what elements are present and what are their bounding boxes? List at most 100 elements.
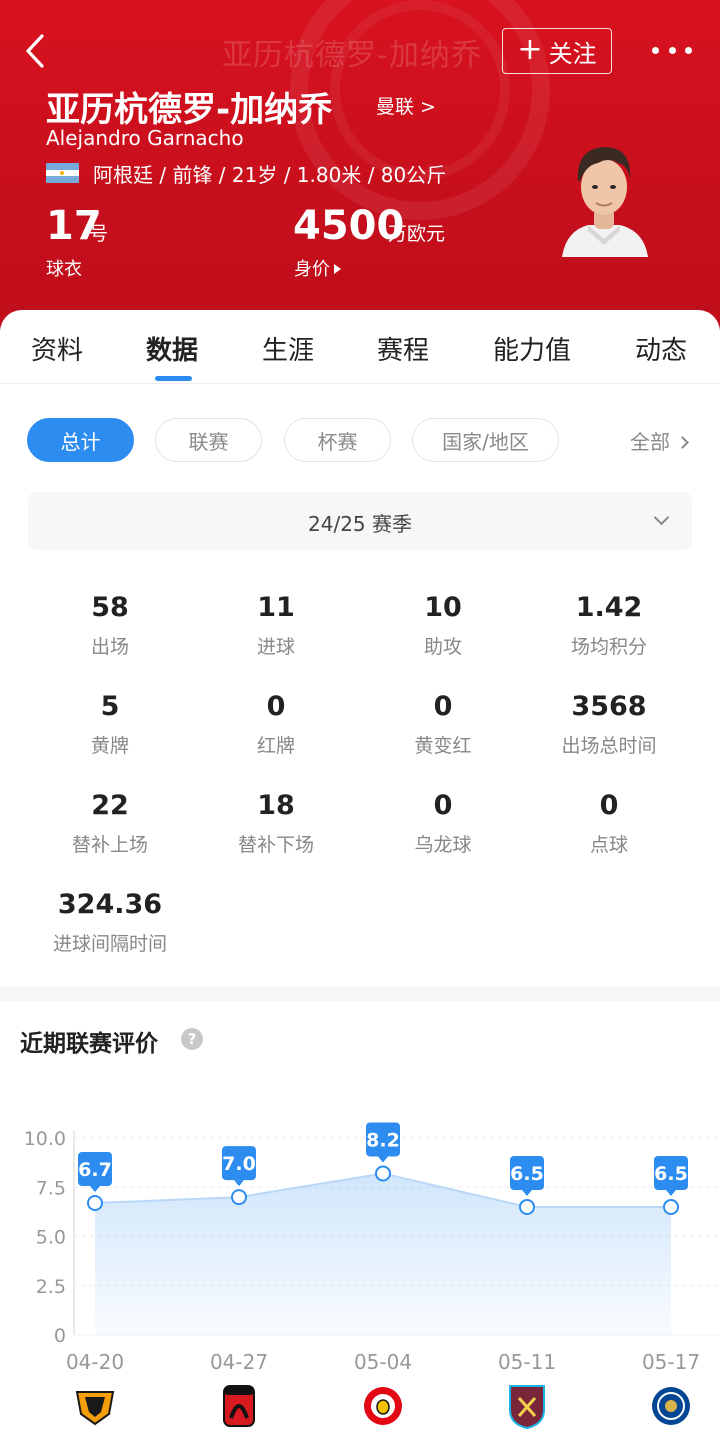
stat-value: 22 bbox=[91, 790, 129, 821]
stat-label: 出场 bbox=[90, 636, 129, 658]
rating-badge-pointer bbox=[234, 1180, 244, 1187]
argentina-flag-icon bbox=[46, 163, 79, 183]
tab-news[interactable]: 动态 bbox=[635, 330, 687, 367]
stat-assists: 10 助攻 bbox=[358, 590, 528, 659]
more-dot-icon bbox=[685, 46, 692, 54]
rating-section-title: 近期联赛评价 bbox=[20, 1031, 158, 1057]
rating-data-label: 7.0 bbox=[222, 1153, 256, 1175]
shirt-number-unit: 号 bbox=[89, 223, 109, 245]
y-tick-label: 5.0 bbox=[36, 1227, 66, 1249]
stat-label: 出场总时间 bbox=[561, 735, 657, 757]
y-tick-label: 7.5 bbox=[36, 1177, 66, 1199]
x-tick-label: 04-27 bbox=[210, 1350, 268, 1374]
tab-bar: 资料 数据 生涯 赛程 能力值 动态 bbox=[0, 310, 720, 384]
stat-value: 0 bbox=[599, 790, 619, 821]
rating-data-label: 8.2 bbox=[366, 1129, 400, 1151]
stat-goal-interval: 324.36 进球间隔时间 bbox=[25, 887, 195, 956]
team-link[interactable]: 曼联 > bbox=[376, 92, 436, 119]
filter-league[interactable]: 联赛 bbox=[155, 418, 262, 462]
back-button[interactable] bbox=[18, 30, 58, 70]
rating-badge-pointer bbox=[522, 1189, 532, 1196]
player-photo bbox=[558, 135, 650, 257]
player-name-cn: 亚历杭德罗-加纳乔 bbox=[46, 90, 333, 130]
y-tick-label: 0 bbox=[54, 1325, 66, 1347]
stat-label: 黄变红 bbox=[414, 735, 472, 757]
chelsea-crest-lion bbox=[665, 1400, 677, 1412]
active-tab-indicator bbox=[155, 376, 192, 381]
rating-point bbox=[87, 1195, 103, 1212]
market-value-link[interactable]: 身价 bbox=[294, 255, 341, 281]
follow-button[interactable]: + 关注 bbox=[502, 28, 612, 74]
x-tick-label: 04-20 bbox=[66, 1350, 124, 1374]
stat-label: 场均积分 bbox=[570, 636, 647, 658]
rating-badge: 8.2 bbox=[366, 1122, 400, 1163]
stat-label: 进球间隔时间 bbox=[52, 933, 167, 955]
x-tick-label: 05-11 bbox=[498, 1350, 556, 1374]
x-tick-label: 05-04 bbox=[354, 1350, 412, 1374]
section-divider bbox=[0, 987, 720, 1001]
stat-value: 10 bbox=[424, 592, 462, 623]
tab-career[interactable]: 生涯 bbox=[262, 330, 314, 367]
competition-filter: 总计 联赛 杯赛 国家/地区 全部 bbox=[0, 418, 720, 464]
more-dot-icon bbox=[668, 46, 676, 54]
westham-crest-icon bbox=[509, 1385, 545, 1430]
player-profile-page: 亚历杭德罗-加纳乔 + 关注 亚历杭德罗-加纳乔 曼联 > Alejandro … bbox=[0, 0, 720, 1438]
stat-label: 进球 bbox=[256, 636, 295, 658]
stat-value: 0 bbox=[266, 691, 286, 722]
stat-red-cards: 0 红牌 bbox=[191, 689, 361, 758]
rating-badge-pointer bbox=[666, 1189, 676, 1196]
rating-point bbox=[663, 1198, 679, 1215]
filter-cup[interactable]: 杯赛 bbox=[284, 418, 391, 462]
stat-minutes: 3568 出场总时间 bbox=[524, 689, 694, 758]
season-selector[interactable]: 24/25 赛季 bbox=[28, 492, 692, 550]
rating-data-label: 6.7 bbox=[78, 1159, 112, 1181]
stat-value: 3568 bbox=[571, 691, 647, 722]
tab-data[interactable]: 数据 bbox=[146, 330, 198, 367]
stat-goals: 11 进球 bbox=[191, 590, 361, 659]
chelsea-crest-icon bbox=[652, 1387, 690, 1425]
help-icon[interactable]: ? bbox=[181, 1028, 203, 1050]
market-value-unit: 万欧元 bbox=[388, 223, 446, 245]
rating-badge-pointer bbox=[378, 1156, 388, 1163]
stat-value: 1.42 bbox=[575, 592, 643, 623]
wolves-crest-icon bbox=[75, 1391, 115, 1426]
filter-all-button[interactable]: 全部 bbox=[630, 426, 689, 455]
stat-value: 18 bbox=[257, 790, 295, 821]
tab-ability[interactable]: 能力值 bbox=[493, 330, 571, 367]
player-header: 亚历杭德罗-加纳乔 + 关注 亚历杭德罗-加纳乔 曼联 > Alejandro … bbox=[0, 0, 720, 330]
triangle-right-icon bbox=[334, 264, 341, 274]
stat-value: 324.36 bbox=[57, 889, 163, 920]
rating-chart-svg: 0 2.5 5.0 7.5 10.0 6.7 04-20 7.0 04-27 8.2 05-04 6… bbox=[24, 1122, 720, 1430]
player-name-en: Alejandro Garnacho bbox=[46, 126, 244, 150]
brentford-crest-bee bbox=[376, 1399, 390, 1415]
stat-value: 0 bbox=[433, 691, 453, 722]
rating-point bbox=[231, 1189, 247, 1206]
rating-data-label: 6.5 bbox=[654, 1163, 688, 1185]
market-value-label: 身价 bbox=[294, 259, 330, 280]
rating-badge: 6.5 bbox=[510, 1155, 544, 1196]
rating-data-label: 6.5 bbox=[510, 1163, 544, 1185]
tab-schedule[interactable]: 赛程 bbox=[377, 330, 429, 367]
stat-second-yellow: 0 黄变红 bbox=[358, 689, 528, 758]
shirt-label: 球衣 bbox=[46, 259, 82, 280]
bournemouth-crest-band bbox=[224, 1386, 254, 1395]
rating-badge-pointer bbox=[90, 1186, 100, 1193]
collapsed-title: 亚历杭德罗-加纳乔 bbox=[222, 38, 482, 73]
stat-label: 替补下场 bbox=[237, 834, 314, 856]
more-options-button[interactable] bbox=[652, 38, 692, 62]
filter-total[interactable]: 总计 bbox=[27, 418, 134, 462]
season-label: 24/25 赛季 bbox=[308, 512, 412, 536]
chevron-right-icon bbox=[676, 436, 689, 449]
chevron-left-icon bbox=[26, 34, 44, 68]
filter-all-label: 全部 bbox=[630, 430, 670, 454]
filter-national[interactable]: 国家/地区 bbox=[412, 418, 559, 462]
y-tick-label: 2.5 bbox=[36, 1276, 66, 1298]
follow-label: 关注 bbox=[548, 39, 597, 68]
x-tick-label: 05-17 bbox=[642, 1350, 700, 1374]
stat-label: 助攻 bbox=[423, 636, 462, 658]
tab-profile[interactable]: 资料 bbox=[31, 330, 83, 367]
stat-own-goals: 0 乌龙球 bbox=[358, 788, 528, 857]
rating-chart: 0 2.5 5.0 7.5 10.0 6.7 04-20 7.0 04-27 8.2 05-04 6… bbox=[0, 1090, 720, 1438]
stat-sub-on: 22 替补上场 bbox=[25, 788, 195, 857]
bournemouth-crest-icon bbox=[223, 1385, 255, 1427]
